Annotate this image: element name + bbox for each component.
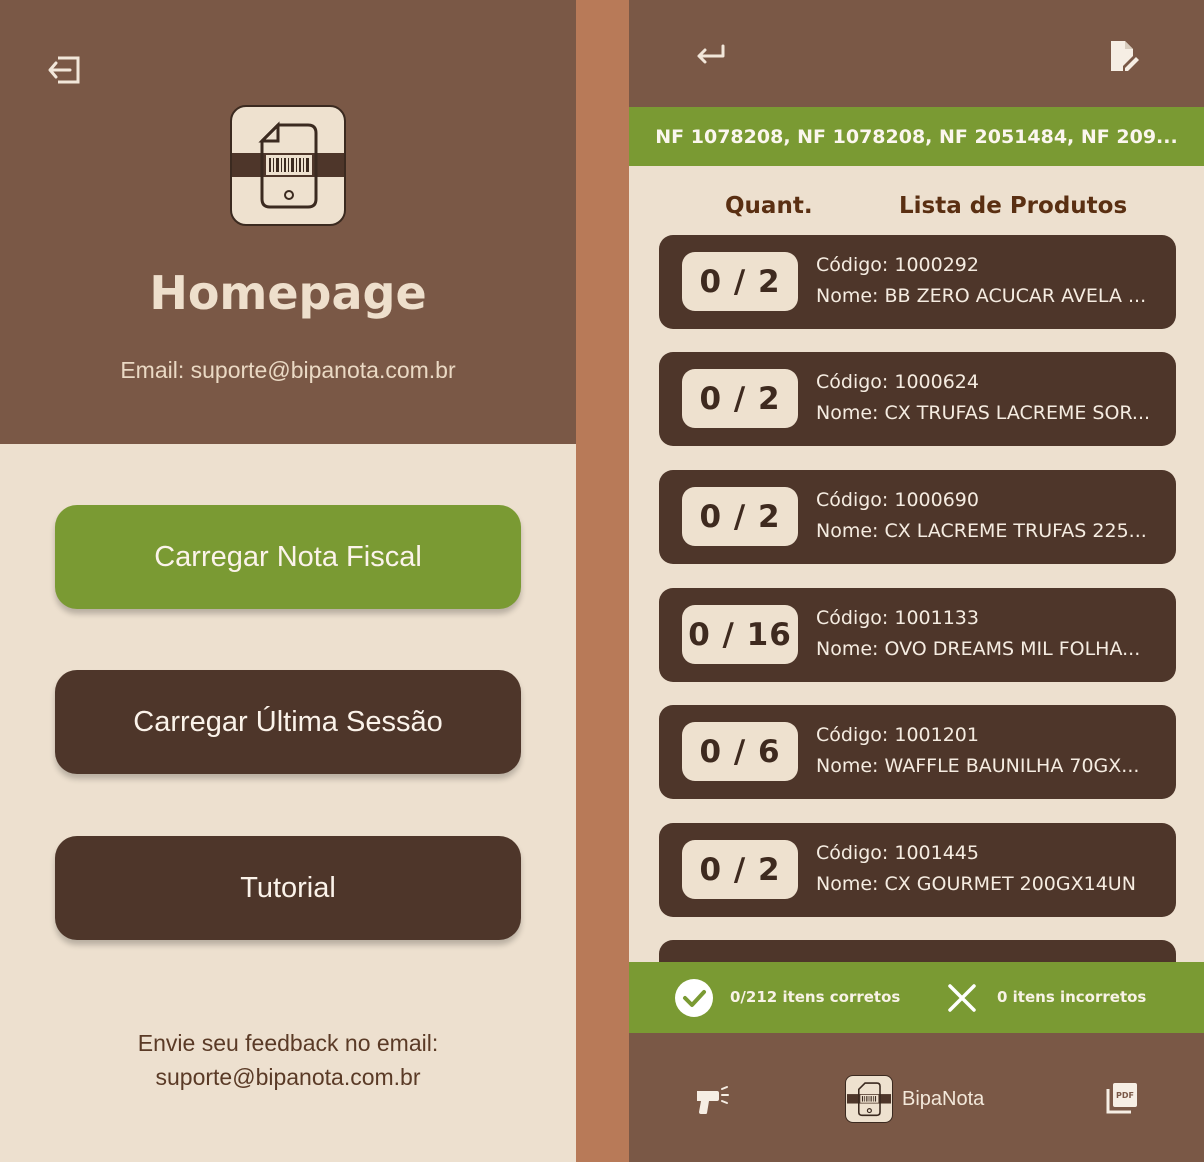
- product-code: Código: 1000624: [816, 371, 979, 393]
- back-button[interactable]: [693, 40, 729, 70]
- product-code: Código: 1000690: [816, 489, 979, 511]
- edit-document-icon: [1111, 41, 1139, 71]
- load-invoice-button[interactable]: Carregar Nota Fiscal: [55, 505, 521, 609]
- quantity-counter: 0 / 2: [682, 252, 798, 311]
- home-nav-button[interactable]: BipaNota: [845, 1075, 984, 1123]
- product-code: Código: 1001133: [816, 607, 979, 629]
- barcode-document-logo: [846, 1082, 892, 1117]
- invoice-list-banner: NF 1078208, NF 1078208, NF 2051484, NF 2…: [629, 107, 1204, 166]
- product-code: Código: 1001445: [816, 842, 979, 864]
- product-name: Nome: BB ZERO ACUCAR AVELA ...: [816, 285, 1147, 307]
- account-email: Email: suporte@bipanota.com.br: [120, 357, 456, 383]
- tutorial-button[interactable]: Tutorial: [55, 836, 521, 940]
- product-card[interactable]: 0 / 16 Código: 1001133 Nome: OVO DREAMS …: [659, 588, 1176, 682]
- product-list-column-header: Lista de Produtos: [899, 193, 1128, 219]
- homepage-screen: Homepage Email: suporte@bipanota.com.br …: [0, 0, 576, 1162]
- feedback-prompt: Envie seu feedback no email:: [137, 1030, 439, 1056]
- edit-document-button[interactable]: [1105, 38, 1141, 74]
- product-code: Código: 1000292: [816, 254, 979, 276]
- barcode-scanner-icon: [697, 1086, 729, 1114]
- product-card[interactable]: 0 / 6 Código: 1001201 Nome: WAFFLE BAUNI…: [659, 705, 1176, 799]
- bottom-navigation: BipaNota PDF: [629, 1033, 1204, 1162]
- product-card[interactable]: 0 / 2 Código: 1000292 Nome: BB ZERO ACUC…: [659, 235, 1176, 329]
- pdf-export-button[interactable]: PDF: [1105, 1081, 1139, 1115]
- product-code: Código: 1001201: [816, 724, 979, 746]
- back-arrow-icon: [697, 44, 725, 64]
- product-name: Nome: CX TRUFAS LACREME SOR...: [816, 402, 1151, 424]
- quantity-counter: 0 / 2: [682, 840, 798, 899]
- logout-button[interactable]: [44, 50, 86, 90]
- scanner-button[interactable]: [695, 1083, 729, 1115]
- close-icon: [948, 984, 976, 1012]
- quantity-counter: 0 / 16: [682, 605, 798, 664]
- correct-items-count: 0/212 itens corretos: [730, 988, 901, 1006]
- page-title: Homepage: [149, 266, 427, 320]
- product-card[interactable]: 0 / 2 Código: 1000624 Nome: CX TRUFAS LA…: [659, 352, 1176, 446]
- svg-text:PDF: PDF: [1116, 1091, 1134, 1100]
- load-last-session-button[interactable]: Carregar Última Sessão: [55, 670, 521, 774]
- product-card[interactable]: 0 / 2 Código: 1000690 Nome: CX LACREME T…: [659, 470, 1176, 564]
- top-app-bar: [629, 0, 1204, 107]
- logout-icon: [48, 56, 80, 84]
- brand-label: BipaNota: [902, 1087, 985, 1110]
- quantity-counter: 0 / 2: [682, 487, 798, 546]
- product-name: Nome: CX LACREME TRUFAS 225...: [816, 520, 1147, 542]
- feedback-email[interactable]: suporte@bipanota.com.br: [0, 1060, 576, 1094]
- app-logo-small: [845, 1075, 893, 1123]
- check-circle-icon: [675, 979, 713, 1017]
- barcode-document-logo: [232, 121, 344, 209]
- scan-status-bar: 0/212 itens corretos 0 itens incorretos: [629, 962, 1204, 1033]
- pdf-icon: PDF: [1106, 1083, 1137, 1114]
- quantity-counter: 0 / 2: [682, 369, 798, 428]
- incorrect-items-count: 0 itens incorretos: [997, 988, 1147, 1006]
- quantity-counter: 0 / 6: [682, 722, 798, 781]
- feedback-text: Envie seu feedback no email: suporte@bip…: [0, 1026, 576, 1094]
- product-name: Nome: WAFFLE BAUNILHA 70GX...: [816, 755, 1140, 777]
- product-name: Nome: CX GOURMET 200GX14UN: [816, 873, 1136, 895]
- app-logo: [230, 105, 346, 226]
- quantity-column-header: Quant.: [725, 193, 813, 219]
- homepage-header: Homepage Email: suporte@bipanota.com.br: [0, 0, 576, 444]
- product-card[interactable]: 0 / 2 Código: 1001445 Nome: CX GOURMET 2…: [659, 823, 1176, 917]
- product-list-screen: NF 1078208, NF 1078208, NF 2051484, NF 2…: [629, 0, 1204, 1162]
- product-name: Nome: OVO DREAMS MIL FOLHA...: [816, 638, 1141, 660]
